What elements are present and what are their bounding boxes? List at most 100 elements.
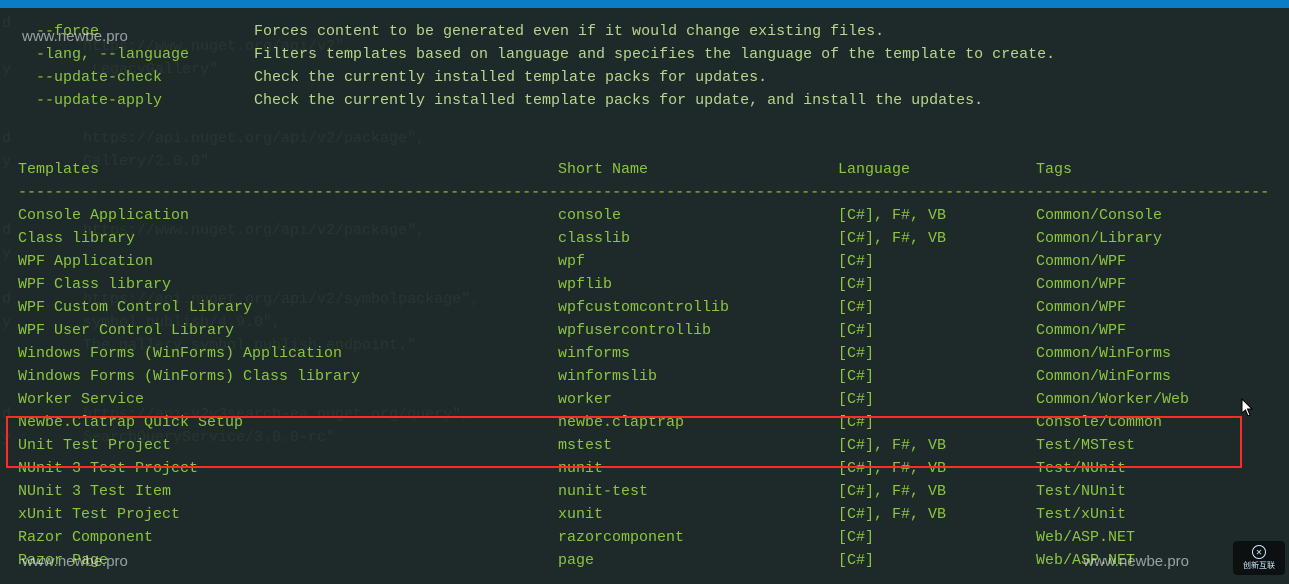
template-name: xUnit Test Project (18, 503, 558, 526)
logo-text: 创新互联 (1243, 560, 1275, 571)
language: [C#], F#, VB (838, 457, 1036, 480)
tags: Common/WPF (1036, 250, 1271, 273)
short-name: worker (558, 388, 838, 411)
language: [C#], F#, VB (838, 227, 1036, 250)
short-name: razorcomponent (558, 526, 838, 549)
language: [C#] (838, 273, 1036, 296)
tags: Common/WPF (1036, 273, 1271, 296)
option-name: --update-apply (18, 89, 254, 112)
template-name: WPF Custom Control Library (18, 296, 558, 319)
table-row: WPF Custom Control Librarywpfcustomcontr… (18, 296, 1271, 319)
language: [C#] (838, 342, 1036, 365)
template-name: Newbe.Clatrap Quick Setup (18, 411, 558, 434)
language: [C#], F#, VB (838, 434, 1036, 457)
tags: Test/xUnit (1036, 503, 1271, 526)
short-name: wpf (558, 250, 838, 273)
header-templates: Templates (18, 158, 558, 181)
option-name: --force (18, 20, 254, 43)
table-header-row: Templates Short Name Language Tags (18, 158, 1271, 181)
terminal-output: --forceForces content to be generated ev… (0, 8, 1289, 584)
table-row: xUnit Test Projectxunit[C#], F#, VBTest/… (18, 503, 1271, 526)
header-shortname: Short Name (558, 158, 838, 181)
short-name: console (558, 204, 838, 227)
logo-icon: ✕ (1252, 545, 1266, 559)
tags: Test/MSTest (1036, 434, 1271, 457)
short-name: nunit (558, 457, 838, 480)
option-name: -lang, --language (18, 43, 254, 66)
tags: Common/WinForms (1036, 365, 1271, 388)
tags: Common/Console (1036, 204, 1271, 227)
option-row: --forceForces content to be generated ev… (18, 20, 1271, 43)
template-name: Razor Component (18, 526, 558, 549)
short-name: wpflib (558, 273, 838, 296)
language: [C#] (838, 319, 1036, 342)
short-name: nunit-test (558, 480, 838, 503)
template-name: WPF Application (18, 250, 558, 273)
tags: Common/Worker/Web (1036, 388, 1271, 411)
template-name: Windows Forms (WinForms) Application (18, 342, 558, 365)
short-name: winforms (558, 342, 838, 365)
option-description: Forces content to be generated even if i… (254, 20, 884, 43)
tags: Console/Common (1036, 411, 1271, 434)
short-name: wpfusercontrollib (558, 319, 838, 342)
tags: Test/NUnit (1036, 457, 1271, 480)
language: [C#] (838, 411, 1036, 434)
language: [C#], F#, VB (838, 480, 1036, 503)
table-row: Razor Componentrazorcomponent[C#]Web/ASP… (18, 526, 1271, 549)
option-description: Check the currently installed template p… (254, 66, 767, 89)
template-name: Unit Test Project (18, 434, 558, 457)
template-name: WPF User Control Library (18, 319, 558, 342)
short-name: winformslib (558, 365, 838, 388)
tags: Test/NUnit (1036, 480, 1271, 503)
short-name: newbe.claptrap (558, 411, 838, 434)
option-row: --update-applyCheck the currently instal… (18, 89, 1271, 112)
template-name: Windows Forms (WinForms) Class library (18, 365, 558, 388)
tags: Common/WPF (1036, 296, 1271, 319)
table-row: WPF Class librarywpflib[C#]Common/WPF (18, 273, 1271, 296)
option-row: -lang, --languageFilters templates based… (18, 43, 1271, 66)
header-language: Language (838, 158, 1036, 181)
short-name: classlib (558, 227, 838, 250)
header-tags: Tags (1036, 158, 1271, 181)
template-name: NUnit 3 Test Project (18, 457, 558, 480)
table-row: Unit Test Projectmstest[C#], F#, VBTest/… (18, 434, 1271, 457)
table-row: NUnit 3 Test Projectnunit[C#], F#, VBTes… (18, 457, 1271, 480)
table-row: Windows Forms (WinForms) Class librarywi… (18, 365, 1271, 388)
template-name: Class library (18, 227, 558, 250)
table-row: WPF User Control Librarywpfusercontrolli… (18, 319, 1271, 342)
template-name: Console Application (18, 204, 558, 227)
table-row: Worker Serviceworker[C#]Common/Worker/We… (18, 388, 1271, 411)
template-name: WPF Class library (18, 273, 558, 296)
tags: Common/WPF (1036, 319, 1271, 342)
option-description: Filters templates based on language and … (254, 43, 1055, 66)
table-row: NUnit 3 Test Itemnunit-test[C#], F#, VBT… (18, 480, 1271, 503)
template-name: Razor Page (18, 549, 558, 572)
short-name: mstest (558, 434, 838, 457)
short-name: page (558, 549, 838, 572)
template-name: NUnit 3 Test Item (18, 480, 558, 503)
tags: Common/WinForms (1036, 342, 1271, 365)
language: [C#] (838, 526, 1036, 549)
table-row: Windows Forms (WinForms) Applicationwinf… (18, 342, 1271, 365)
window-title-bar (0, 0, 1289, 8)
table-row: Razor Pagepage[C#]Web/ASP.NET (18, 549, 1271, 572)
short-name: xunit (558, 503, 838, 526)
table-row: WPF Applicationwpf[C#]Common/WPF (18, 250, 1271, 273)
table-divider: ----------------------------------------… (18, 181, 1271, 204)
option-row: --update-checkCheck the currently instal… (18, 66, 1271, 89)
source-logo-badge: ✕ 创新互联 (1233, 541, 1285, 575)
option-description: Check the currently installed template p… (254, 89, 983, 112)
language: [C#] (838, 549, 1036, 572)
short-name: wpfcustomcontrollib (558, 296, 838, 319)
language: [C#] (838, 296, 1036, 319)
option-name: --update-check (18, 66, 254, 89)
template-name: Worker Service (18, 388, 558, 411)
language: [C#] (838, 250, 1036, 273)
language: [C#], F#, VB (838, 503, 1036, 526)
table-row: Console Applicationconsole[C#], F#, VBCo… (18, 204, 1271, 227)
tags: Common/Library (1036, 227, 1271, 250)
table-row: Newbe.Clatrap Quick Setupnewbe.claptrap[… (18, 411, 1271, 434)
table-row: Class libraryclasslib[C#], F#, VBCommon/… (18, 227, 1271, 250)
language: [C#], F#, VB (838, 204, 1036, 227)
language: [C#] (838, 388, 1036, 411)
